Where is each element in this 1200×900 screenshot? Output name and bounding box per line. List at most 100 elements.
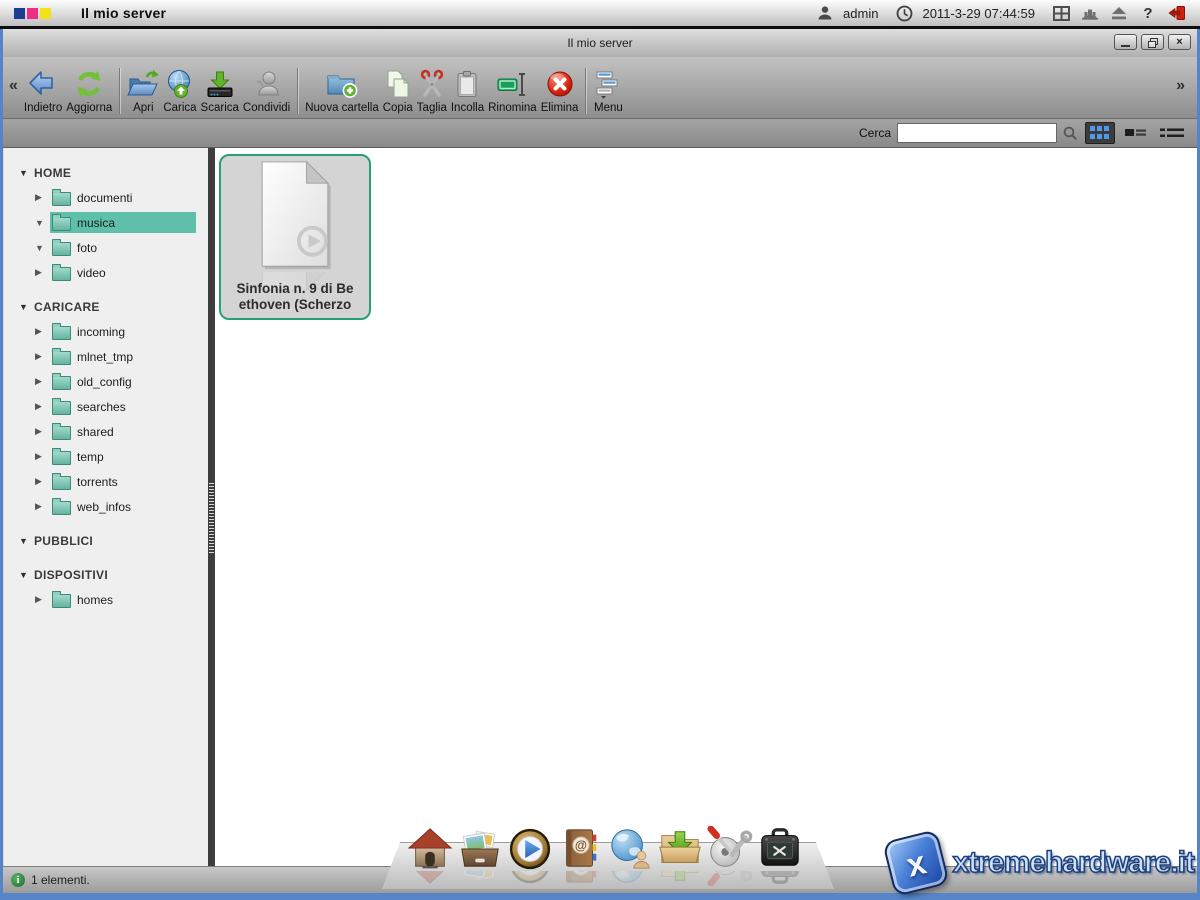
upload-globe-icon	[165, 64, 195, 101]
os-title: Il mio server	[81, 5, 166, 21]
splitter-grip[interactable]	[209, 483, 214, 555]
toolbar-button-incolla[interactable]: Incolla	[449, 64, 486, 115]
icon-reflection	[607, 871, 653, 886]
chevron-down-icon[interactable]: ▼	[35, 243, 50, 253]
content-area: ▼ HOME ▶ documenti ▼ musica ▼ foto ▶ v	[3, 148, 1197, 866]
logo-square-yellow	[40, 8, 51, 19]
toolbar-button-menu[interactable]: Menu	[591, 64, 625, 115]
chevron-down-icon[interactable]: ▼	[19, 168, 34, 178]
refresh-icon	[74, 64, 104, 101]
toolbar-button-nuova-cartella[interactable]: Nuova cartella	[303, 64, 381, 115]
clock-icon	[893, 5, 915, 22]
chevron-right-icon[interactable]: ▶	[35, 426, 50, 437]
chevron-right-icon[interactable]: ▶	[35, 351, 50, 362]
sidebar-item-old-config[interactable]: ▶ old_config	[4, 369, 208, 394]
sidebar-item-homes[interactable]: ▶ homes	[4, 587, 208, 612]
screen: Il mio server admin 2011-3-29 07:44:59 ?	[0, 0, 1200, 900]
file-manager-window: Il mio server × « Indietro Aggiorna Apri	[0, 29, 1200, 900]
logo-square-magenta	[27, 8, 38, 19]
status-text: 1 elementi.	[31, 873, 90, 887]
sidebar-tree: ▼ HOME ▶ documenti ▼ musica ▼ foto ▶ v	[3, 148, 208, 866]
copy-icon	[383, 64, 413, 101]
toolbar-button-apri[interactable]: Apri	[125, 64, 161, 115]
view-thumbnails-button[interactable]	[1085, 122, 1115, 144]
eject-icon[interactable]	[1108, 6, 1130, 20]
search-icon[interactable]	[1063, 126, 1079, 141]
open-folder-icon	[127, 64, 159, 101]
sidebar-item-foto[interactable]: ▼ foto	[4, 235, 208, 260]
close-button[interactable]: ×	[1168, 34, 1191, 50]
dock-network-users-icon[interactable]	[607, 826, 653, 872]
dock-disk-utility-icon[interactable]	[707, 826, 753, 872]
toolbar-button-taglia[interactable]: Taglia	[415, 64, 449, 115]
chevron-down-icon[interactable]: ▼	[35, 218, 50, 228]
sidebar-section-caricare[interactable]: ▼ CARICARE	[4, 294, 208, 319]
view-details-button[interactable]	[1157, 122, 1187, 144]
minimize-button[interactable]	[1114, 34, 1137, 50]
chevron-right-icon[interactable]: ▶	[35, 326, 50, 337]
chevron-down-icon[interactable]: ▼	[19, 302, 34, 312]
chevron-right-icon[interactable]: ▶	[35, 501, 50, 512]
sidebar-section-dispositivi[interactable]: ▼ DISPOSITIVI	[4, 562, 208, 587]
chevron-down-icon[interactable]: ▼	[19, 536, 34, 546]
restore-button[interactable]	[1141, 34, 1164, 50]
toolbar-button-elimina[interactable]: Elimina	[539, 64, 581, 115]
dock-toolbox-icon[interactable]	[757, 826, 803, 872]
sidebar-item-torrents[interactable]: ▶ torrents	[4, 469, 208, 494]
file-tile-selected[interactable]: Sinfonia n. 9 di Be ethoven (Scherzo	[219, 154, 371, 320]
sidebar-item-shared[interactable]: ▶ shared	[4, 419, 208, 444]
chevron-right-icon[interactable]: ▶	[35, 192, 50, 203]
sidebar-item-documenti[interactable]: ▶ documenti	[4, 185, 208, 210]
sidebar-splitter[interactable]	[208, 148, 215, 866]
os-topbar: Il mio server admin 2011-3-29 07:44:59 ?	[0, 0, 1200, 29]
toolbar-button-scarica[interactable]: Scarica	[199, 64, 241, 115]
dock-contacts-icon[interactable]: @ @	[557, 826, 603, 872]
datetime: 2011-3-29 07:44:59	[922, 6, 1035, 21]
dock-home-icon[interactable]	[407, 826, 453, 872]
podium-icon[interactable]	[1079, 6, 1101, 21]
sidebar-section-home[interactable]: ▼ HOME	[4, 160, 208, 185]
help-icon[interactable]: ?	[1137, 5, 1159, 22]
sidebar-item-mlnet-tmp[interactable]: ▶ mlnet_tmp	[4, 344, 208, 369]
sidebar-item-video[interactable]: ▶ video	[4, 260, 208, 285]
folder-icon	[52, 267, 71, 281]
toolbar-button-carica[interactable]: Carica	[161, 64, 198, 115]
chevron-right-icon[interactable]: ▶	[35, 451, 50, 462]
sidebar-item-web-infos[interactable]: ▶ web_infos	[4, 494, 208, 519]
window-grid-icon[interactable]	[1050, 6, 1072, 21]
chevron-right-icon[interactable]: ▶	[35, 376, 50, 387]
toolbar-button-indietro[interactable]: Indietro	[22, 64, 64, 115]
user-icon	[814, 5, 836, 21]
dock-photos-icon[interactable]	[457, 826, 503, 872]
os-tray: admin 2011-3-29 07:44:59 ?	[814, 5, 1188, 22]
chevron-down-icon[interactable]: ▼	[19, 570, 34, 580]
view-list-button[interactable]	[1121, 122, 1151, 144]
dock-media-player-icon[interactable]	[507, 826, 553, 872]
share-icon	[252, 64, 282, 101]
toolbar-button-copia[interactable]: Copia	[381, 64, 415, 115]
folder-icon	[52, 476, 71, 490]
search-input[interactable]	[897, 123, 1057, 143]
chevron-right-icon[interactable]: ▶	[35, 476, 50, 487]
expand-toolbar-chevron[interactable]: »	[1172, 77, 1189, 95]
sidebar-item-searches[interactable]: ▶ searches	[4, 394, 208, 419]
rename-icon	[496, 64, 528, 101]
chevron-right-icon[interactable]: ▶	[35, 267, 50, 278]
dock-downloads-icon[interactable]	[657, 826, 703, 872]
sidebar-section-pubblici[interactable]: ▼ PUBBLICI	[4, 528, 208, 553]
toolbar-button-rinomina[interactable]: Rinomina	[486, 64, 539, 115]
toolbar-button-aggiorna[interactable]: Aggiorna	[64, 64, 114, 115]
chevron-right-icon[interactable]: ▶	[35, 594, 50, 605]
logout-icon[interactable]	[1166, 5, 1188, 21]
sidebar-item-musica[interactable]: ▼ musica	[4, 210, 208, 235]
toolbar-button-condividi[interactable]: Condividi	[241, 64, 292, 115]
sidebar-item-incoming[interactable]: ▶ incoming	[4, 319, 208, 344]
search-label: Cerca	[859, 126, 891, 140]
folder-icon	[52, 376, 71, 390]
file-view[interactable]: Sinfonia n. 9 di Be ethoven (Scherzo	[215, 148, 1197, 866]
window-titlebar[interactable]: Il mio server ×	[3, 29, 1197, 57]
dock-items: @ @	[407, 826, 803, 872]
chevron-right-icon[interactable]: ▶	[35, 401, 50, 412]
sidebar-item-temp[interactable]: ▶ temp	[4, 444, 208, 469]
collapse-toolbar-chevron[interactable]: «	[5, 77, 22, 95]
